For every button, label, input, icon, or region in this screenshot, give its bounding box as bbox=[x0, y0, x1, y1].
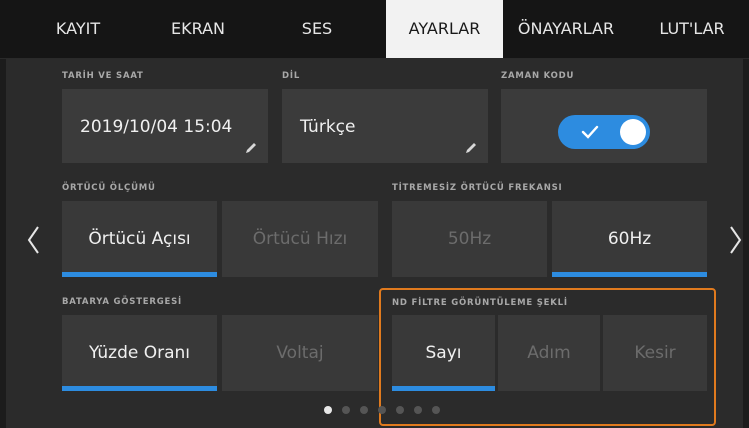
battery-percent-label: Yüzde Oranı bbox=[88, 343, 191, 363]
battery-label: BATARYA GÖSTERGESİ bbox=[62, 297, 183, 307]
selected-indicator bbox=[62, 386, 217, 391]
date-time-value: 2019/10/04 15:04 bbox=[80, 117, 233, 137]
selected-indicator bbox=[392, 386, 495, 391]
hz50-button[interactable]: 50Hz bbox=[392, 201, 547, 277]
shutter-measurement-label: ÖRTÜCÜ ÖLÇÜMÜ bbox=[62, 183, 156, 193]
tab-bar: KAYIT EKRAN SES AYARLAR ÖNAYARLAR LUT'LA… bbox=[0, 0, 749, 59]
page-dot[interactable] bbox=[324, 406, 332, 414]
nd-fraction-button[interactable]: Kesir bbox=[603, 315, 707, 391]
date-time-label: TARİH VE SAAT bbox=[62, 71, 144, 81]
toggle-knob bbox=[620, 119, 646, 145]
battery-voltage-button[interactable]: Voltaj bbox=[222, 315, 378, 391]
hz60-label: 60Hz bbox=[607, 229, 652, 249]
page-dot[interactable] bbox=[396, 406, 404, 414]
selected-indicator bbox=[552, 272, 707, 277]
page-dot[interactable] bbox=[414, 406, 422, 414]
date-time-field[interactable]: 2019/10/04 15:04 bbox=[62, 89, 268, 163]
tab-kayit[interactable]: KAYIT bbox=[38, 0, 118, 58]
shutter-angle-label: Örtücü Açısı bbox=[88, 229, 191, 249]
page-dot[interactable] bbox=[432, 406, 440, 414]
tab-ayarlar[interactable]: AYARLAR bbox=[386, 0, 503, 58]
timecode-label: ZAMAN KODU bbox=[501, 71, 575, 81]
page-dot[interactable] bbox=[342, 406, 350, 414]
selected-indicator bbox=[62, 272, 217, 277]
nd-filter-label: ND FİLTRE GÖRÜNTÜLEME ŞEKLİ bbox=[392, 298, 568, 308]
shutter-angle-button[interactable]: Örtücü Açısı bbox=[62, 201, 217, 277]
language-label: DİL bbox=[282, 71, 301, 81]
shutter-speed-label: Örtücü Hızı bbox=[252, 229, 348, 249]
page-dot[interactable] bbox=[378, 406, 386, 414]
tab-ekran[interactable]: EKRAN bbox=[158, 0, 238, 58]
shutter-speed-button[interactable]: Örtücü Hızı bbox=[222, 201, 378, 277]
nd-number-label: Sayı bbox=[425, 343, 462, 363]
pencil-icon bbox=[466, 143, 476, 153]
timecode-toggle[interactable] bbox=[558, 115, 650, 149]
nd-stop-button[interactable]: Adım bbox=[498, 315, 600, 391]
chevron-right-icon[interactable] bbox=[727, 225, 743, 255]
page-dot[interactable] bbox=[360, 406, 368, 414]
language-field[interactable]: Türkçe bbox=[282, 89, 488, 163]
battery-percent-button[interactable]: Yüzde Oranı bbox=[62, 315, 217, 391]
page-indicator bbox=[0, 406, 749, 416]
nd-fraction-label: Kesir bbox=[634, 343, 676, 363]
flicker-free-label: TİTREMESİZ ÖRTÜCÜ FREKANSI bbox=[392, 183, 563, 193]
pencil-icon bbox=[246, 143, 256, 153]
check-icon bbox=[581, 125, 599, 139]
hz60-button[interactable]: 60Hz bbox=[552, 201, 707, 277]
nd-stop-label: Adım bbox=[527, 343, 571, 363]
nd-number-button[interactable]: Sayı bbox=[392, 315, 495, 391]
chevron-left-icon[interactable] bbox=[26, 225, 42, 255]
language-value: Türkçe bbox=[300, 117, 356, 137]
battery-voltage-label: Voltaj bbox=[276, 343, 324, 363]
tab-ses[interactable]: SES bbox=[282, 0, 352, 58]
tab-onayarlar[interactable]: ÖNAYARLAR bbox=[503, 0, 629, 58]
hz50-label: 50Hz bbox=[447, 229, 492, 249]
tab-lutlar[interactable]: LUT'LAR bbox=[640, 0, 744, 58]
